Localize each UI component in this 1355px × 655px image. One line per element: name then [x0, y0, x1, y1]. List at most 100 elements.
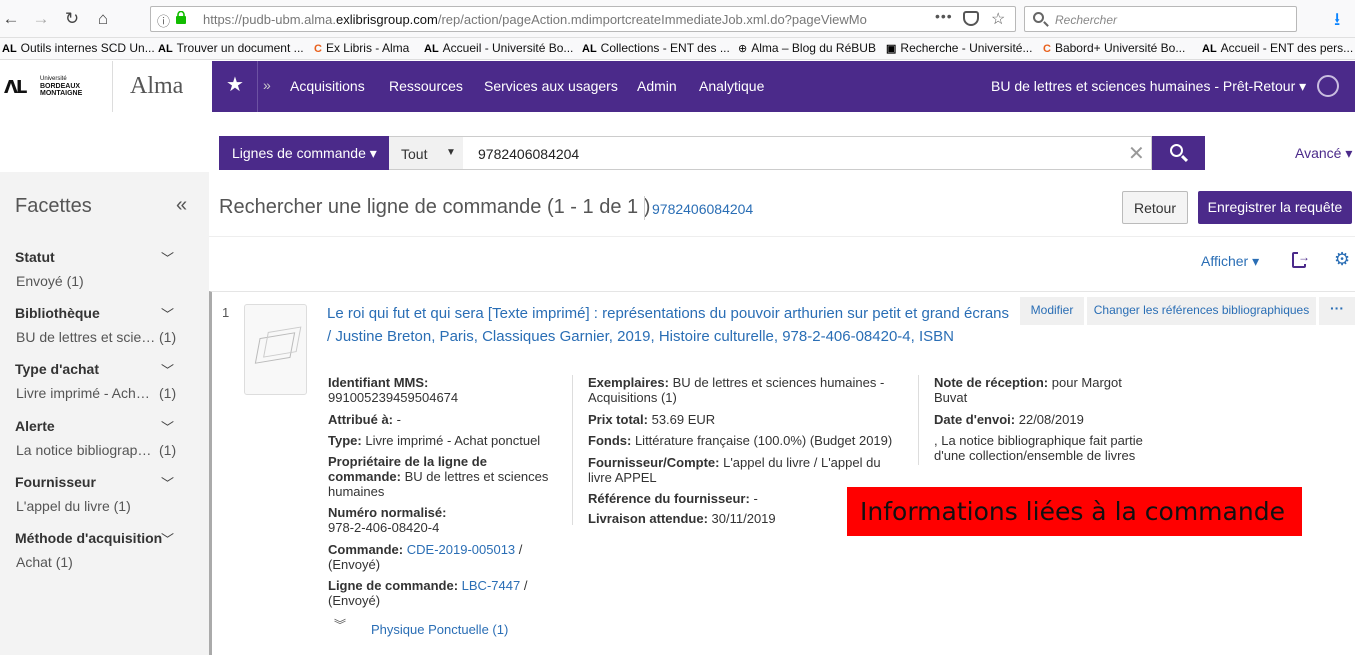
bookmarks-bar: AL Outils internes SCD Un... AL Trouver un… — [0, 38, 1355, 60]
menu-ressources[interactable]: Ressources — [389, 78, 463, 94]
field-vendor: Fournisseur/Compte: L'appel du livre / L… — [588, 455, 881, 485]
field-type: Type: Livre imprimé - Achat ponctuel — [328, 433, 541, 448]
reload-icon[interactable]: ↻ — [61, 8, 83, 30]
query-link[interactable]: 9782406084204 — [652, 201, 753, 217]
back-icon[interactable]: ← — [0, 8, 22, 30]
field-order-line: Ligne de commande: LBC-7447 / (Envoyé) — [328, 578, 528, 608]
forward-icon[interactable]: → — [30, 8, 52, 30]
order-link[interactable]: CDE-2019-005013 — [407, 542, 515, 557]
address-bar[interactable]: ⓘ https://pudb-ubm.alma.exlibrisgroup.co… — [150, 6, 1016, 32]
al-logo-icon: AL — [158, 43, 173, 55]
page-actions-icon[interactable]: ••• — [935, 8, 953, 24]
field-isbn: Numéro normalisé: 978-2-406-08420-4 — [328, 505, 447, 535]
favorites-star-icon[interactable]: ★ — [226, 72, 244, 97]
al-logo-icon: AL — [424, 43, 439, 55]
expand-chevron-icon[interactable]: ︾ — [334, 616, 346, 633]
facet-heading[interactable]: Statut — [15, 249, 55, 265]
bookmark-item[interactable]: AL Outils internes SCD Un... — [2, 41, 155, 55]
chevron-down-icon[interactable]: ﹀ — [161, 248, 174, 267]
display-dropdown[interactable]: Afficher ▾ — [1201, 253, 1259, 270]
app-header: ΛL Université BORDEAUX MONTAIGNE Alma ★ … — [0, 61, 1355, 112]
clear-icon[interactable]: ✕ — [1128, 141, 1145, 166]
search-input[interactable]: 9782406084204 — [463, 136, 1152, 170]
pocket-icon[interactable] — [963, 11, 979, 26]
search-scope-dropdown[interactable]: Lignes de commande ▾ — [219, 136, 389, 170]
facet-count: (1) — [159, 385, 177, 401]
chevron-down-icon[interactable]: ﹀ — [161, 417, 174, 436]
field-receiving-note: Note de réception: pour Margot Buvat — [934, 375, 1122, 405]
search-button[interactable] — [1152, 136, 1205, 170]
bookmark-item[interactable]: AL Accueil - Université Bo... — [424, 41, 573, 55]
university-logo[interactable]: ΛL Université BORDEAUX MONTAIGNE — [4, 75, 94, 99]
expand-menu-icon[interactable]: » — [263, 77, 271, 93]
bookmark-item[interactable]: C Ex Libris - Alma — [314, 41, 409, 55]
menu-admin[interactable]: Admin — [637, 78, 677, 94]
advanced-search-link[interactable]: Avancé ▾ — [1295, 145, 1352, 162]
facet-value[interactable]: Envoyé (1) — [16, 273, 156, 289]
user-avatar-icon[interactable] — [1317, 75, 1339, 97]
exlibris-icon: C — [1043, 43, 1051, 55]
facet-heading[interactable]: Bibliothèque — [15, 305, 100, 321]
edit-button[interactable]: Modifier — [1020, 297, 1084, 325]
facet-value[interactable]: La notice bibliographique fait partie — [16, 442, 156, 458]
url-text: https://pudb-ubm.alma.exlibrisgroup.com/… — [203, 12, 867, 27]
gear-icon[interactable]: ⚙ — [1334, 249, 1350, 270]
bookmark-item[interactable]: ⊕ Alma – Blog du RéBUB — [738, 41, 876, 55]
facet-value[interactable]: Livre imprimé - Achat ponctuel — [16, 385, 156, 401]
facets-title: Facettes — [15, 195, 92, 217]
record-title-link[interactable]: Le roi qui fut et qui sera [Texte imprim… — [327, 302, 1012, 348]
caret-down-icon: ▼ — [446, 147, 456, 158]
facets-sidebar: Facettes « Statut ﹀ Envoyé (1) Bibliothè… — [0, 172, 209, 655]
bookmark-item[interactable]: AL Trouver un document ... — [158, 41, 304, 55]
export-icon[interactable] — [1292, 250, 1310, 268]
more-actions-icon[interactable]: ··· — [1319, 297, 1355, 325]
facet-heading[interactable]: Fournisseur — [15, 474, 96, 490]
info-icon[interactable]: ⓘ — [157, 11, 170, 30]
physical-items-link[interactable]: Physique Ponctuelle (1) — [371, 622, 508, 637]
change-bib-button[interactable]: Changer les références bibliographiques — [1087, 297, 1316, 325]
bookmark-item[interactable]: ▣ Recherche - Université... — [886, 41, 1032, 55]
order-line-link[interactable]: LBC-7447 — [462, 578, 521, 593]
facet-heading[interactable]: Type d'achat — [15, 361, 99, 377]
chevron-down-icon[interactable]: ﹀ — [161, 360, 174, 379]
menu-acquisitions[interactable]: Acquisitions — [290, 78, 365, 94]
chevron-down-icon[interactable]: ﹀ — [161, 304, 174, 323]
chevron-down-icon[interactable]: ﹀ — [161, 529, 174, 548]
book-icon — [254, 332, 296, 364]
globe-icon: ⊕ — [738, 43, 748, 55]
search-filter-dropdown[interactable]: Tout ▼ — [389, 136, 463, 170]
field-price: Prix total: 53.69 EUR — [588, 412, 716, 427]
facet-heading[interactable]: Méthode d'acquisition — [15, 530, 162, 546]
browser-toolbar: ← → ↻ ⌂ ⓘ https://pudb-ubm.alma.exlibris… — [0, 0, 1355, 38]
field-copies: Exemplaires: BU de lettres et sciences h… — [588, 375, 885, 405]
menu-analytique[interactable]: Analytique — [699, 78, 764, 94]
browser-search-input[interactable]: Rechercher — [1024, 6, 1297, 32]
alma-logo[interactable]: Alma — [130, 73, 183, 100]
field-alert: , La notice bibliographique fait partie … — [934, 433, 1143, 463]
field-fund: Fonds: Littérature française (100.0%) (B… — [588, 433, 893, 448]
bookmark-star-icon[interactable]: ☆ — [991, 9, 1005, 29]
bookmark-item[interactable]: AL Collections - ENT des ... — [582, 41, 730, 55]
collapse-sidebar-icon[interactable]: « — [176, 194, 187, 217]
results-heading: Rechercher une ligne de commande (1 - 1 … — [219, 196, 651, 218]
facet-value[interactable]: Achat (1) — [16, 554, 156, 570]
facet-heading[interactable]: Alerte — [15, 418, 55, 434]
field-owner: Propriétaire de la ligne de commande: BU… — [328, 454, 549, 499]
book-thumbnail[interactable] — [244, 304, 307, 395]
download-icon[interactable]: ⭳ — [1334, 7, 1340, 37]
al-logo-icon: AL — [582, 43, 597, 55]
bookmark-item[interactable]: C Babord+ Université Bo... — [1043, 41, 1185, 55]
main-menu: ★ » Acquisitions Ressources Services aux… — [212, 61, 1355, 112]
back-button[interactable]: Retour — [1122, 191, 1188, 224]
facet-value[interactable]: BU de lettres et sciences humaines — [16, 329, 156, 345]
bookmark-item[interactable]: AL Accueil - ENT des pers... — [1202, 41, 1353, 55]
field-assigned: Attribué à: - — [328, 412, 401, 427]
location-selector[interactable]: BU de lettres et sciences humaines - Prê… — [991, 78, 1306, 95]
image-icon: ▣ — [886, 43, 897, 55]
home-icon[interactable]: ⌂ — [92, 8, 114, 30]
save-query-button[interactable]: Enregistrer la requête — [1198, 191, 1352, 224]
menu-services-usagers[interactable]: Services aux usagers — [484, 78, 618, 94]
chevron-down-icon[interactable]: ﹀ — [161, 473, 174, 492]
facet-value[interactable]: L'appel du livre (1) — [16, 498, 156, 514]
lock-icon — [176, 11, 186, 24]
